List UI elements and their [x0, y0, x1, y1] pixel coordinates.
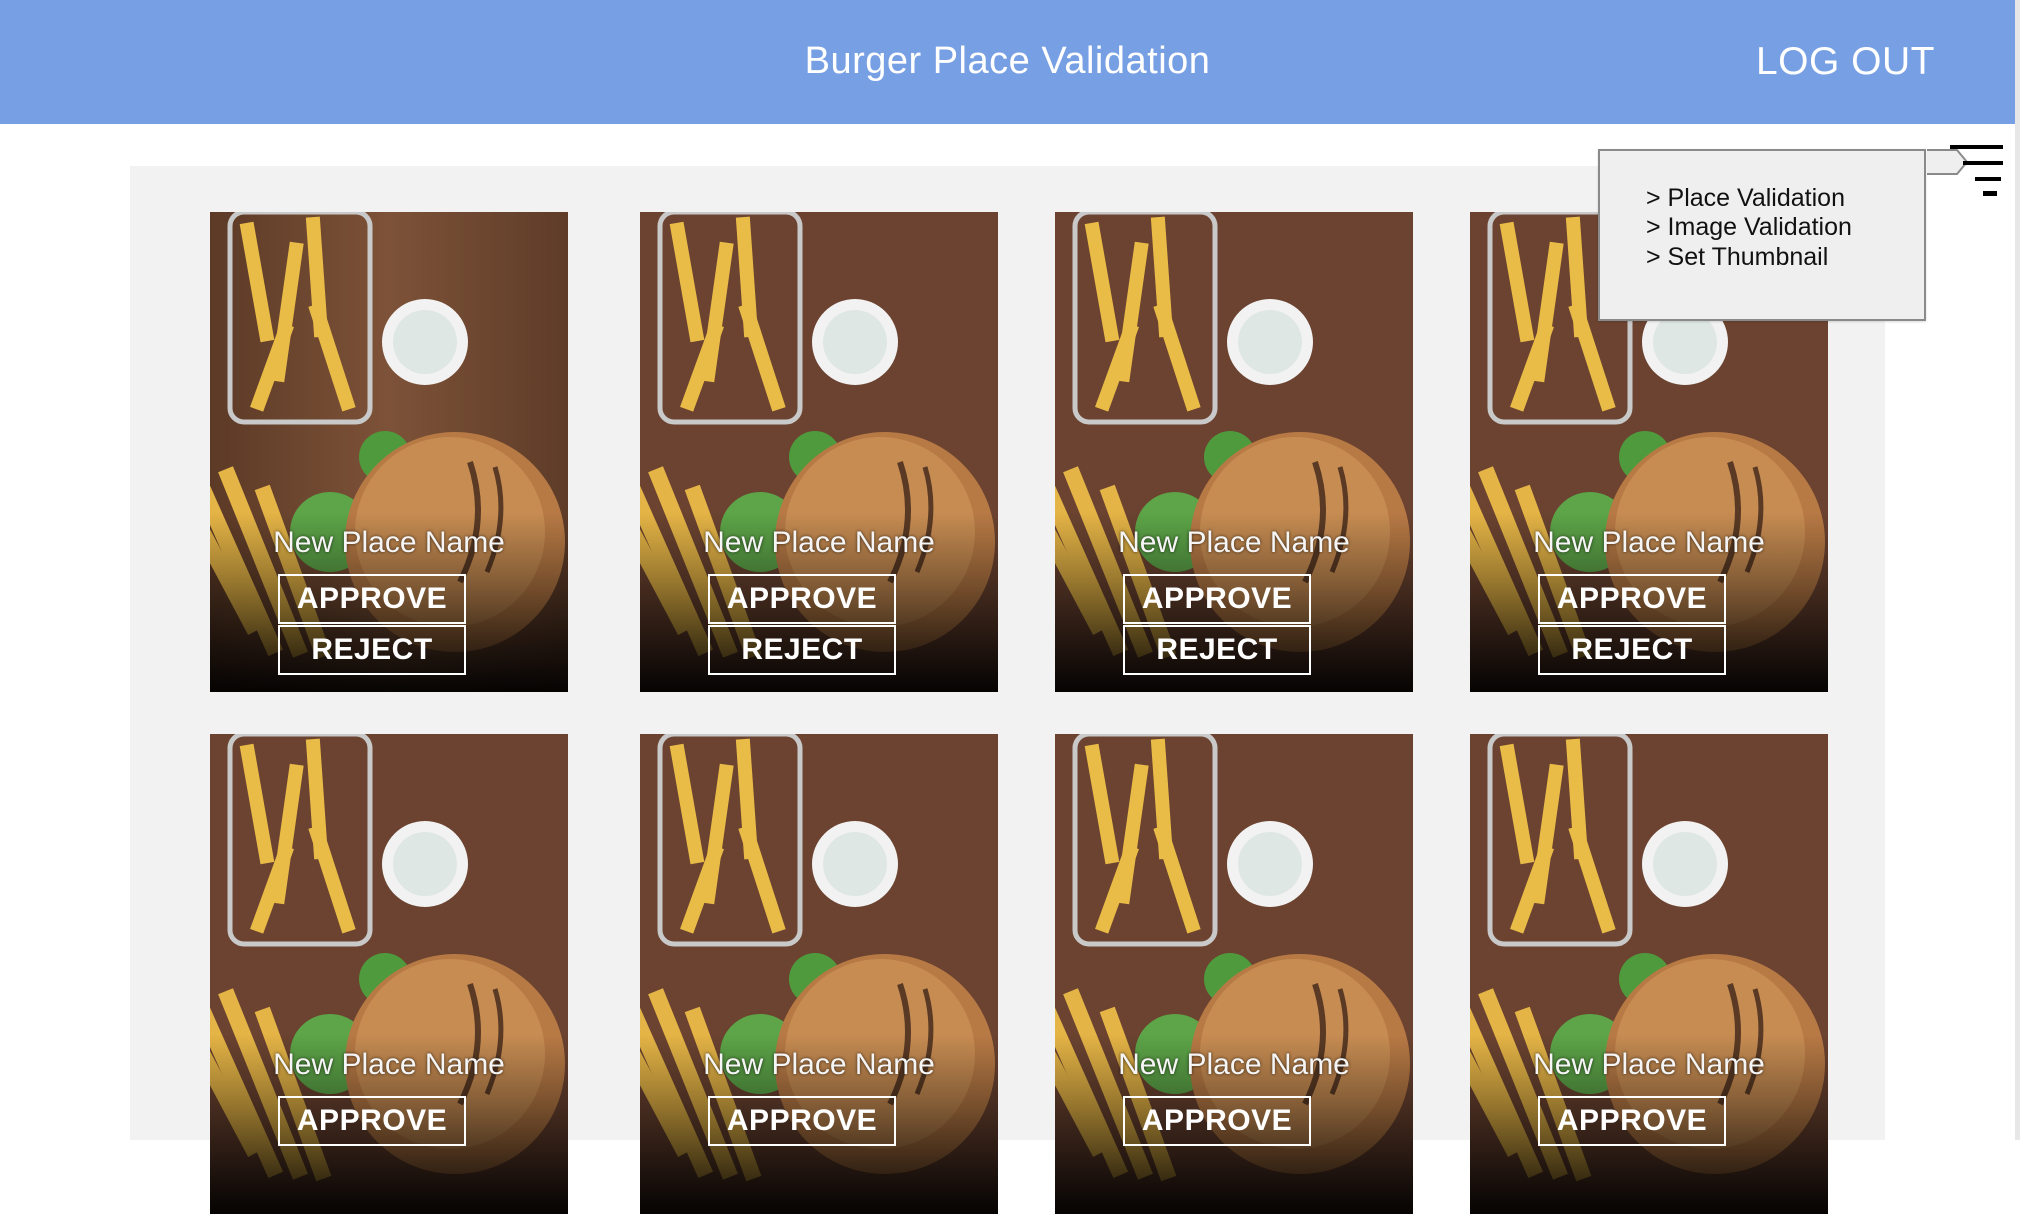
menu-item-set-thumbnail[interactable]: > Set Thumbnail [1646, 243, 1828, 272]
approve-button[interactable]: APPROVE [1123, 1096, 1311, 1146]
place-name: New Place Name [1533, 1048, 1765, 1081]
place-card: New Place Name APPROVE REJECT [1055, 212, 1413, 692]
app-title: Burger Place Validation [804, 40, 1211, 82]
place-card: New Place Name APPROVE [640, 734, 998, 1214]
reject-button[interactable]: REJECT [708, 625, 896, 675]
approve-button[interactable]: APPROVE [708, 574, 896, 624]
navigation-menu-popup: > Place Validation > Image Validation > … [1598, 149, 1926, 321]
place-card: New Place Name APPROVE REJECT [210, 212, 568, 692]
app-bar: Burger Place Validation LOG OUT [0, 0, 2015, 124]
approve-button[interactable]: APPROVE [1538, 1096, 1726, 1146]
place-card: New Place Name APPROVE [1470, 734, 1828, 1214]
menu-item-image-validation[interactable]: > Image Validation [1646, 213, 1852, 242]
approve-button[interactable]: APPROVE [1123, 574, 1311, 624]
place-card: New Place Name APPROVE [1055, 734, 1413, 1214]
reject-button[interactable]: REJECT [1538, 625, 1726, 675]
approve-button[interactable]: APPROVE [1538, 574, 1726, 624]
place-name: New Place Name [703, 526, 935, 559]
scrollbar[interactable] [2015, 0, 2020, 1140]
place-name: New Place Name [703, 1048, 935, 1081]
place-card: New Place Name APPROVE [210, 734, 568, 1214]
place-name: New Place Name [1533, 526, 1765, 559]
place-name: New Place Name [1118, 526, 1350, 559]
place-card: New Place Name APPROVE REJECT [640, 212, 998, 692]
place-name: New Place Name [1118, 1048, 1350, 1081]
filter-list-icon[interactable] [1925, 140, 2005, 200]
approve-button[interactable]: APPROVE [708, 1096, 896, 1146]
place-name: New Place Name [273, 1048, 505, 1081]
approve-button[interactable]: APPROVE [278, 1096, 466, 1146]
logout-button[interactable]: LOG OUT [1756, 40, 1935, 84]
menu-item-place-validation[interactable]: > Place Validation [1646, 184, 1845, 213]
reject-button[interactable]: REJECT [278, 625, 466, 675]
reject-button[interactable]: REJECT [1123, 625, 1311, 675]
approve-button[interactable]: APPROVE [278, 574, 466, 624]
place-name: New Place Name [273, 526, 505, 559]
